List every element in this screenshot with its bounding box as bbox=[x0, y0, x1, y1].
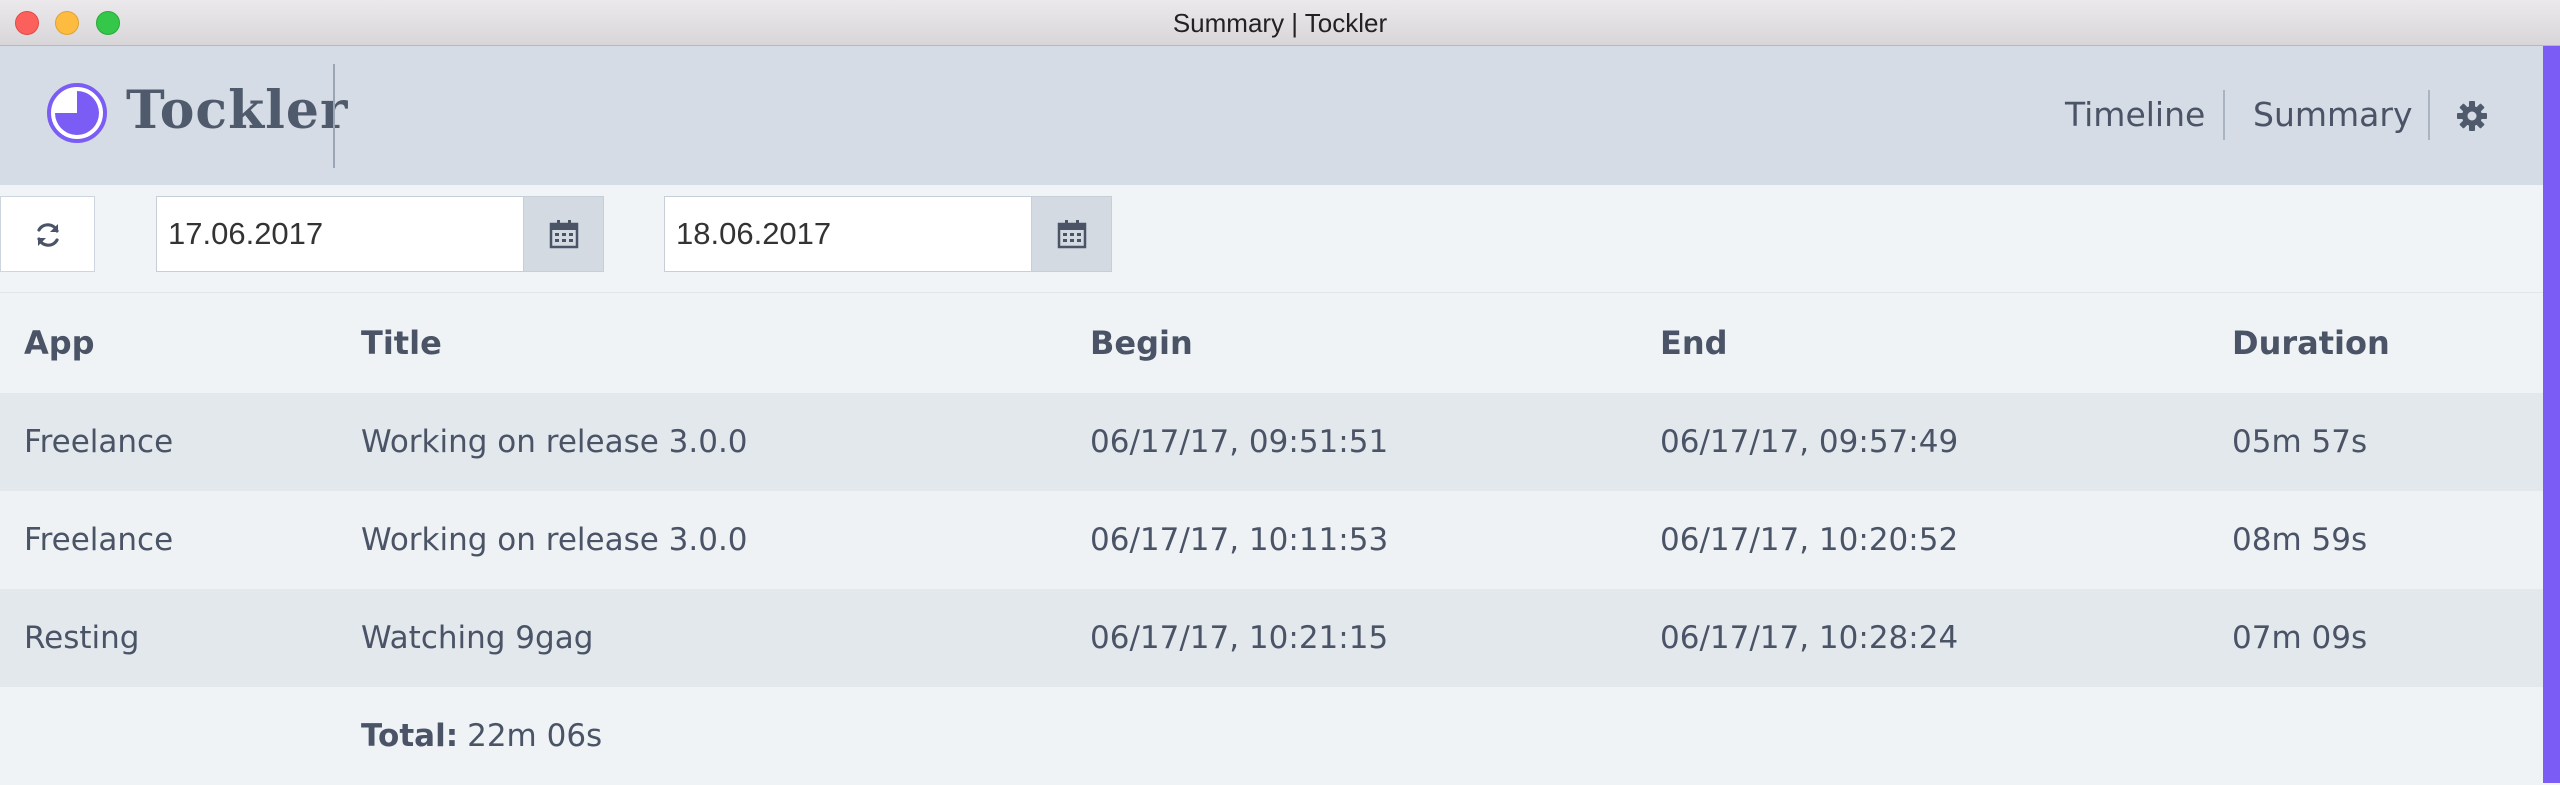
refresh-icon bbox=[37, 223, 59, 247]
nav-timeline[interactable]: Timeline bbox=[2065, 90, 2205, 140]
brand-divider bbox=[333, 64, 335, 168]
nav-summary[interactable]: Summary bbox=[2253, 90, 2412, 140]
cell-end: 06/17/17, 09:57:49 bbox=[1660, 424, 1959, 460]
cell-app: Freelance bbox=[24, 424, 174, 460]
total-summary: Total: 22m 06s bbox=[361, 687, 602, 785]
window-titlebar: Summary | Tockler bbox=[0, 0, 2560, 46]
calendar-icon bbox=[549, 220, 579, 249]
app-header: Tockler Timeline Summary bbox=[0, 46, 2560, 185]
date-to-calendar-button[interactable] bbox=[1032, 196, 1112, 272]
cell-end: 06/17/17, 10:28:24 bbox=[1660, 620, 1959, 656]
column-header-begin[interactable]: Begin bbox=[1090, 293, 1193, 393]
table-total-row: Total: 22m 06s bbox=[0, 687, 2543, 785]
nav-divider bbox=[2428, 90, 2430, 140]
date-from-calendar-button[interactable] bbox=[524, 196, 604, 272]
cell-duration: 05m 57s bbox=[2232, 424, 2368, 460]
cell-duration: 07m 09s bbox=[2232, 620, 2368, 656]
cell-app: Resting bbox=[24, 620, 140, 656]
app-brand[interactable]: Tockler bbox=[126, 76, 348, 146]
window-title: Summary | Tockler bbox=[1172, 8, 1388, 38]
cell-title: Working on release 3.0.0 bbox=[361, 522, 748, 558]
pie-clock-logo-icon bbox=[47, 83, 107, 143]
cell-begin: 06/17/17, 10:11:53 bbox=[1090, 522, 1389, 558]
calendar-icon bbox=[1057, 220, 1087, 249]
date-to-input[interactable] bbox=[664, 196, 1032, 272]
table-row[interactable]: Resting Watching 9gag 06/17/17, 10:21:15… bbox=[0, 589, 2543, 687]
gear-icon[interactable] bbox=[2456, 100, 2488, 132]
table-header-row: App Title Begin End Duration bbox=[0, 293, 2543, 393]
cell-duration: 08m 59s bbox=[2232, 522, 2368, 558]
table-row[interactable]: Freelance Working on release 3.0.0 06/17… bbox=[0, 491, 2543, 589]
column-header-duration[interactable]: Duration bbox=[2232, 293, 2390, 393]
cell-begin: 06/17/17, 10:21:15 bbox=[1090, 620, 1389, 656]
column-header-end[interactable]: End bbox=[1660, 293, 1728, 393]
table-row[interactable]: Freelance Working on release 3.0.0 06/17… bbox=[0, 393, 2543, 491]
column-header-app[interactable]: App bbox=[24, 293, 95, 393]
total-label: Total: bbox=[361, 718, 459, 754]
cell-app: Freelance bbox=[24, 522, 174, 558]
date-from-input[interactable] bbox=[156, 196, 524, 272]
total-value: 22m 06s bbox=[467, 718, 603, 754]
accent-scroll-bar bbox=[2543, 46, 2560, 783]
date-toolbar bbox=[0, 185, 2543, 293]
column-header-title[interactable]: Title bbox=[361, 293, 442, 393]
cell-title: Watching 9gag bbox=[361, 620, 594, 656]
refresh-button[interactable] bbox=[0, 196, 95, 272]
summary-table: App Title Begin End Duration Freelance W… bbox=[0, 293, 2543, 785]
nav-divider bbox=[2223, 90, 2225, 140]
cell-end: 06/17/17, 10:20:52 bbox=[1660, 522, 1959, 558]
cell-title: Working on release 3.0.0 bbox=[361, 424, 748, 460]
cell-begin: 06/17/17, 09:51:51 bbox=[1090, 424, 1389, 460]
